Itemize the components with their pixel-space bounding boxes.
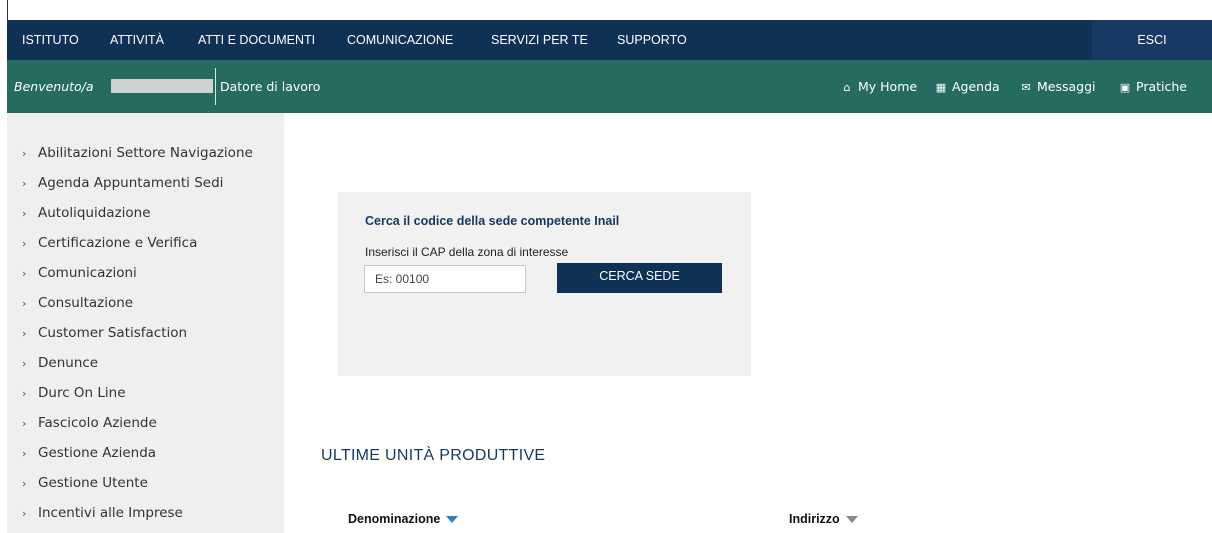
- my-home-link[interactable]: ⌂ My Home: [841, 60, 918, 113]
- divider: [215, 68, 216, 105]
- chevron-right-icon: ›: [22, 447, 27, 460]
- nav-item-istituto[interactable]: ISTITUTO: [22, 20, 79, 60]
- home-icon: ⌂: [843, 81, 851, 94]
- sidebar-item-gestione-azienda[interactable]: › Gestione Azienda: [22, 441, 253, 471]
- sort-down-icon: [845, 516, 858, 524]
- nav-item-atti-e-documenti[interactable]: ATTI E DOCUMENTI: [198, 20, 315, 60]
- column-header-label: Indirizzo: [789, 512, 840, 526]
- username-redacted: [111, 79, 213, 93]
- office-search-title: Cerca il codice della sede competente In…: [365, 214, 620, 228]
- sidebar-item-comunicazioni[interactable]: › Comunicazioni: [22, 261, 253, 291]
- cap-field-label: Inserisci il CAP della zona di interesse: [365, 245, 569, 259]
- sidebar-item-label: Gestione Utente: [38, 475, 148, 491]
- envelope-icon: ✉: [1021, 81, 1031, 94]
- sidebar-item-label: Denunce: [38, 355, 99, 371]
- sidebar-item-label: Certificazione e Verifica: [38, 235, 198, 251]
- chevron-right-icon: ›: [22, 507, 27, 520]
- sidebar-item-agenda-appuntamenti[interactable]: › Agenda Appuntamenti Sedi: [22, 171, 253, 201]
- sidebar-item-consultazione[interactable]: › Consultazione: [22, 291, 253, 321]
- nav-item-supporto[interactable]: SUPPORTO: [617, 20, 687, 60]
- chevron-right-icon: ›: [22, 387, 27, 400]
- sidebar-menu: › Abilitazioni Settore Navigazione › Agend…: [22, 141, 253, 531]
- sidebar-item-label: Agenda Appuntamenti Sedi: [38, 175, 224, 191]
- sidebar-item-customer-satisfaction[interactable]: › Customer Satisfaction: [22, 321, 253, 351]
- sidebar-item-label: Durc On Line: [38, 385, 126, 401]
- column-header-label: Denominazione: [348, 512, 441, 526]
- messaggi-label: Messaggi: [1037, 79, 1096, 94]
- sort-down-icon: [446, 516, 459, 524]
- sidebar-item-label: Incentivi alle Imprese: [38, 505, 183, 521]
- sidebar-item-label: Abilitazioni Settore Navigazione: [38, 145, 253, 161]
- sidebar-item-denunce[interactable]: › Denunce: [22, 351, 253, 381]
- sidebar-item-autoliquidazione[interactable]: › Autoliquidazione: [22, 201, 253, 231]
- messaggi-link[interactable]: ✉ Messaggi: [1020, 60, 1096, 113]
- nav-item-comunicazione[interactable]: COMUNICAZIONE: [347, 20, 453, 60]
- chevron-right-icon: ›: [22, 327, 27, 340]
- sidebar-item-label: Consultazione: [38, 295, 134, 311]
- chevron-right-icon: ›: [22, 147, 27, 160]
- my-home-label: My Home: [858, 79, 918, 94]
- agenda-label: Agenda: [952, 79, 1000, 94]
- sidebar-item-gestione-utente[interactable]: › Gestione Utente: [22, 471, 253, 501]
- column-header-indirizzo[interactable]: Indirizzo: [789, 512, 858, 526]
- user-bar: Benvenuto/a Datore di lavoro ⌂ My Home ▦ A…: [7, 60, 1212, 113]
- chevron-right-icon: ›: [22, 207, 27, 220]
- chevron-right-icon: ›: [22, 297, 27, 310]
- sidebar-item-label: Comunicazioni: [38, 265, 137, 281]
- sidebar-item-label: Customer Satisfaction: [38, 325, 188, 341]
- cap-input[interactable]: [364, 265, 526, 293]
- chevron-right-icon: ›: [22, 237, 27, 250]
- sidebar-item-durc-on-line[interactable]: › Durc On Line: [22, 381, 253, 411]
- calendar-icon: ▦: [935, 81, 947, 94]
- office-search-panel: Cerca il codice della sede competente In…: [338, 192, 751, 376]
- nav-item-servizi-per-te[interactable]: SERVIZI PER TE: [491, 20, 588, 60]
- pratiche-link[interactable]: ▣ Pratiche: [1119, 60, 1187, 113]
- sidebar-item-label: Fascicolo Aziende: [38, 415, 157, 431]
- chevron-right-icon: ›: [22, 477, 27, 490]
- document-icon: ▣: [1119, 81, 1131, 94]
- nav-item-attivita[interactable]: ATTIVITÀ: [110, 20, 164, 60]
- chevron-right-icon: ›: [22, 417, 27, 430]
- user-role: Datore di lavoro: [220, 79, 321, 94]
- page-edge: [7, 0, 8, 20]
- sidebar-item-label: Gestione Azienda: [38, 445, 157, 461]
- sidebar: › Abilitazioni Settore Navigazione › Agend…: [7, 113, 284, 533]
- chevron-right-icon: ›: [22, 267, 27, 280]
- search-office-button[interactable]: CERCA SEDE: [557, 263, 722, 293]
- chevron-right-icon: ›: [22, 357, 27, 370]
- sidebar-item-fascicolo-aziende[interactable]: › Fascicolo Aziende: [22, 411, 253, 441]
- column-header-denominazione[interactable]: Denominazione: [348, 512, 459, 526]
- sidebar-item-incentivi[interactable]: › Incentivi alle Imprese: [22, 501, 253, 531]
- units-section-title: ULTIME UNITÀ PRODUTTIVE: [321, 447, 546, 464]
- sidebar-item-certificazione[interactable]: › Certificazione e Verifica: [22, 231, 253, 261]
- agenda-link[interactable]: ▦ Agenda: [935, 60, 1000, 113]
- chevron-right-icon: ›: [22, 177, 27, 190]
- pratiche-label: Pratiche: [1136, 79, 1187, 94]
- sidebar-item-label: Autoliquidazione: [38, 205, 151, 221]
- logout-button[interactable]: ESCI: [1092, 20, 1212, 60]
- sidebar-item-abilitazioni[interactable]: › Abilitazioni Settore Navigazione: [22, 141, 253, 171]
- welcome-text: Benvenuto/a: [14, 79, 94, 94]
- top-navigation: ISTITUTO ATTIVITÀ ATTI E DOCUMENTI COMUN…: [7, 20, 1212, 60]
